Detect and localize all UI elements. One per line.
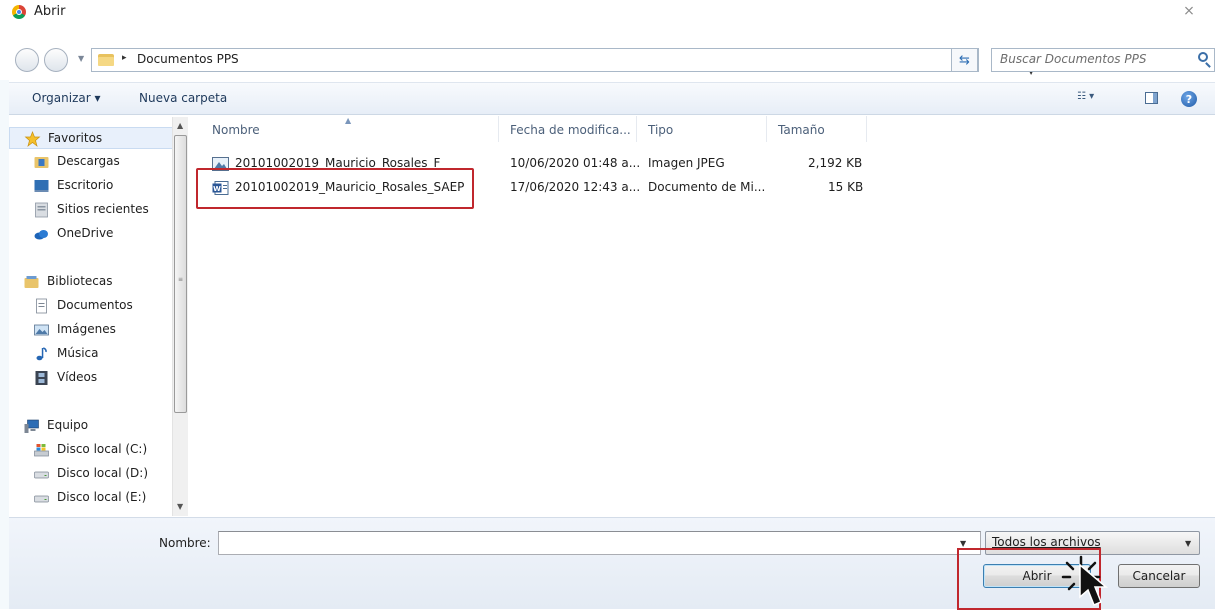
file-size: 15 KB [828, 180, 864, 194]
nav-item-label: Música [57, 346, 99, 360]
nav-item-label: Documentos [57, 298, 133, 312]
nav-item-label: Disco local (E:) [57, 490, 147, 504]
videos-icon [35, 371, 48, 385]
file-date: 10/06/2020 01:48 a... [510, 156, 641, 170]
breadcrumb-bar[interactable]: ▸ Documentos PPS ▼ [91, 48, 1034, 76]
search-icon[interactable] [1198, 52, 1208, 62]
drive-icon [34, 471, 49, 479]
open-file-dialog: Abrir ⨯ ▼ ▸ Documentos PPS ▼ ⇆ Buscar Do… [0, 0, 1215, 610]
chevron-down-icon: ▼ [1185, 539, 1192, 548]
column-header-name[interactable]: Nombre [212, 123, 260, 137]
search-placeholder: Buscar Documentos PPS [1000, 52, 1147, 66]
file-name-dropdown-icon[interactable]: ▼ [960, 539, 966, 548]
back-button[interactable] [15, 48, 39, 72]
nav-item-label: Disco local (C:) [57, 442, 148, 456]
file-name-input[interactable] [218, 531, 981, 555]
nav-scrollbar[interactable]: ▲ ≡ ▼ [172, 117, 188, 516]
navigation-pane: Favoritos Descargas Escritorio Sitios re… [9, 116, 189, 517]
file-type-selected: Todos los archivos [992, 535, 1101, 549]
drive-icon [34, 495, 49, 503]
nav-favorites[interactable]: Favoritos [9, 127, 174, 149]
recent-places-icon [35, 202, 48, 218]
nav-item-label: Escritorio [57, 178, 114, 192]
file-date: 17/06/2020 12:43 a... [510, 180, 641, 194]
column-header-type[interactable]: Tipo [648, 123, 673, 137]
star-icon [24, 131, 41, 147]
nav-item-imagenes[interactable]: Imágenes [9, 319, 174, 341]
chrome-icon [12, 5, 26, 19]
nav-item-descargas[interactable]: Descargas [9, 151, 174, 173]
breadcrumb-arrow-icon[interactable]: ▸ [122, 53, 127, 63]
help-icon[interactable]: ? [1181, 91, 1197, 107]
nav-item-label: Sitios recientes [57, 202, 149, 216]
new-folder-button[interactable]: Nueva carpeta [139, 91, 227, 105]
nav-item-label: OneDrive [57, 226, 114, 240]
system-drive-icon [34, 444, 49, 457]
computer-icon [24, 419, 39, 433]
command-toolbar: Organizar ▾ Nueva carpeta ☷ ▾ ? [9, 82, 1215, 115]
nav-item-disco-c[interactable]: Disco local (C:) [9, 439, 174, 461]
column-header-date[interactable]: Fecha de modifica... [510, 123, 631, 137]
file-name-label: Nombre: [159, 536, 211, 550]
mouse-pointer-icon [1079, 563, 1109, 606]
preview-pane-icon[interactable] [1145, 92, 1158, 104]
nav-item-musica[interactable]: Música [9, 343, 174, 365]
pictures-icon [34, 324, 49, 336]
cancel-button[interactable]: Cancelar [1118, 564, 1200, 588]
nav-item-videos[interactable]: Vídeos [9, 367, 174, 389]
background-strip [0, 20, 9, 609]
nav-item-onedrive[interactable]: OneDrive [9, 223, 174, 245]
bottom-panel: Nombre: ▼ Todos los archivos ▼ Abrir Can… [9, 517, 1215, 610]
music-icon [36, 347, 47, 361]
selected-file-highlight [196, 168, 474, 209]
nav-item-sitios-recientes[interactable]: Sitios recientes [9, 199, 174, 221]
forward-button[interactable] [44, 48, 68, 72]
desktop-icon [34, 180, 49, 192]
downloads-folder-icon [34, 157, 49, 168]
nav-libraries[interactable]: Bibliotecas [9, 271, 174, 293]
documents-icon [36, 298, 47, 314]
scroll-up-icon[interactable]: ▲ [177, 121, 183, 130]
folder-icon [98, 52, 114, 66]
change-view-button[interactable]: ☷ ▾ [1077, 91, 1111, 107]
scroll-thumb[interactable]: ≡ [174, 135, 187, 413]
nav-libraries-label: Bibliotecas [47, 274, 113, 288]
onedrive-icon [34, 230, 48, 240]
organize-menu-button[interactable]: Organizar ▾ [32, 91, 101, 105]
nav-item-label: Imágenes [57, 322, 116, 336]
refresh-button[interactable]: ⇆ [951, 48, 978, 72]
libraries-icon [24, 276, 39, 288]
column-divider[interactable] [866, 116, 867, 142]
column-header-size[interactable]: Tamaño [778, 123, 825, 137]
file-size: 2,192 KB [808, 156, 863, 170]
search-input[interactable]: Buscar Documentos PPS [991, 48, 1215, 72]
file-type: Documento de Mi... [648, 180, 766, 194]
nav-item-disco-d[interactable]: Disco local (D:) [9, 463, 174, 485]
column-divider[interactable] [766, 116, 767, 142]
nav-favorites-label: Favoritos [48, 131, 103, 145]
close-button[interactable]: ⨯ [1169, 0, 1209, 22]
nav-item-label: Descargas [57, 154, 120, 168]
recent-locations-dropdown[interactable]: ▼ [78, 54, 84, 63]
nav-item-label: Vídeos [57, 370, 98, 384]
nav-computer-label: Equipo [47, 418, 89, 432]
nav-item-label: Disco local (D:) [57, 466, 149, 480]
grip-icon: ≡ [178, 276, 184, 283]
nav-item-escritorio[interactable]: Escritorio [9, 175, 174, 197]
column-divider[interactable] [498, 116, 499, 142]
nav-item-disco-e[interactable]: Disco local (E:) [9, 487, 174, 509]
file-type: Imagen JPEG [648, 156, 725, 170]
column-divider[interactable] [636, 116, 637, 142]
nav-item-documentos[interactable]: Documentos [9, 295, 174, 317]
breadcrumb-documentos-pps[interactable]: Documentos PPS [137, 52, 239, 66]
sort-ascending-icon: ▲ [345, 116, 352, 125]
title-bar: Abrir ⨯ [0, 0, 1215, 36]
address-row: ▼ ▸ Documentos PPS ▼ ⇆ Buscar Documentos… [0, 36, 1215, 80]
nav-computer[interactable]: Equipo [9, 415, 174, 437]
scroll-down-icon[interactable]: ▼ [177, 502, 183, 511]
window-title: Abrir [34, 4, 66, 19]
